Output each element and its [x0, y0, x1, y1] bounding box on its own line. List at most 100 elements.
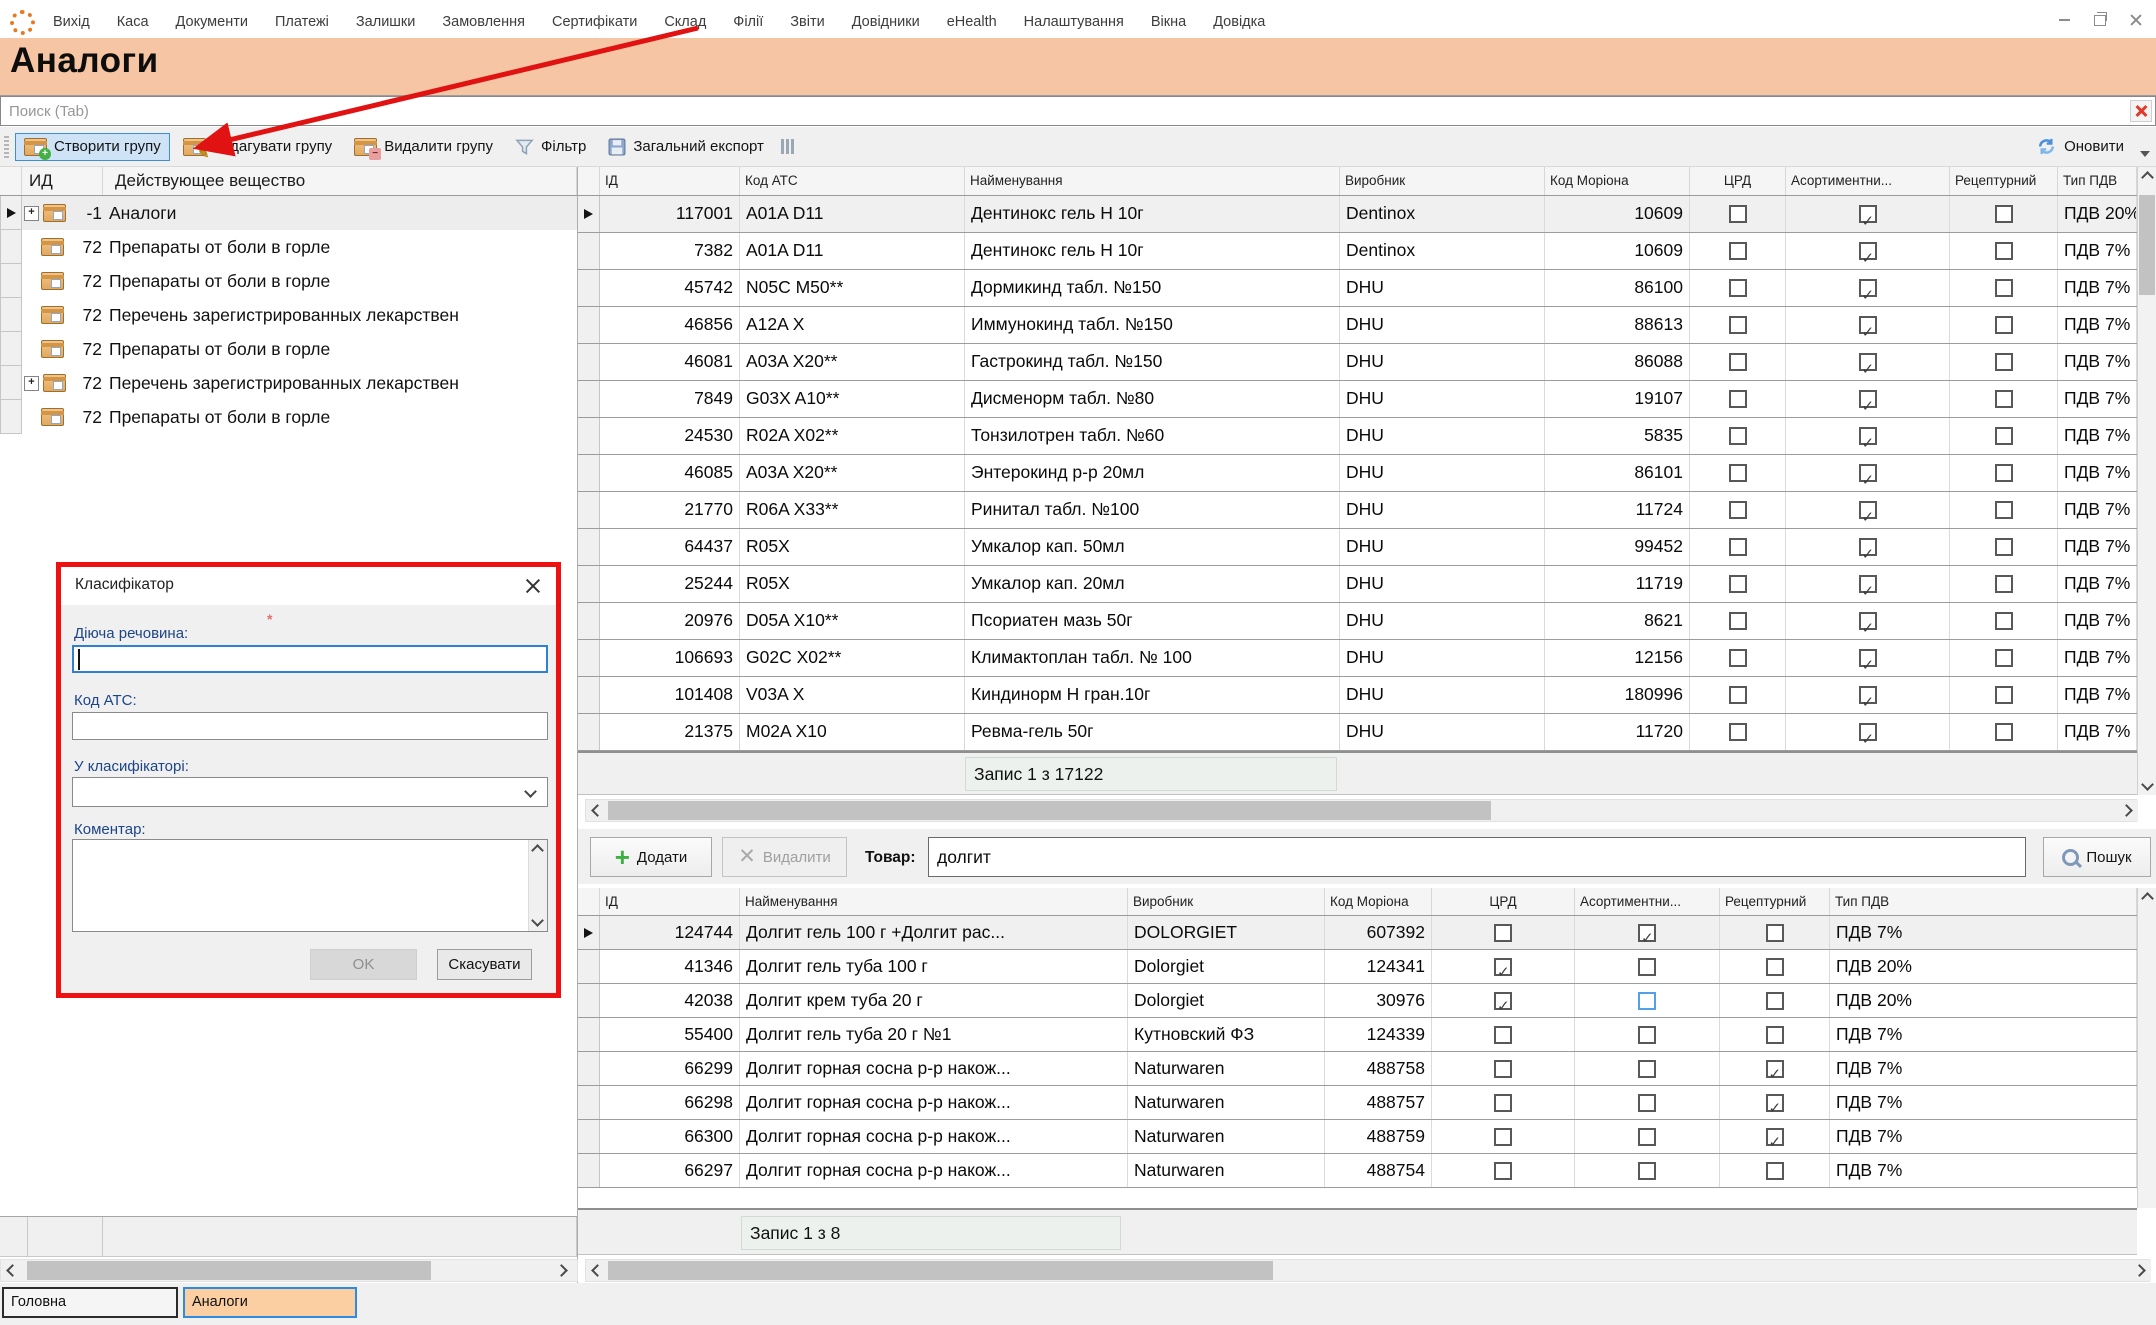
scroll-down-icon[interactable]: [2141, 778, 2154, 791]
cancel-button[interactable]: Скасувати: [437, 949, 532, 980]
menu-item[interactable]: Вихід: [53, 14, 90, 30]
col-recipe[interactable]: Рецептурний: [1950, 167, 2058, 195]
tree-row[interactable]: 72Препараты от боли в горле: [0, 230, 577, 264]
recipe-checkbox[interactable]: [1766, 958, 1784, 976]
crd-checkbox[interactable]: [1494, 958, 1512, 976]
refresh-button[interactable]: Оновити: [2037, 138, 2124, 155]
menu-item[interactable]: Каса: [117, 14, 149, 30]
col-name[interactable]: Найменування: [965, 167, 1340, 195]
menu-item[interactable]: Документи: [176, 14, 248, 30]
assort-checkbox[interactable]: [1638, 1162, 1656, 1180]
tree-row[interactable]: 72Препараты от боли в горле: [0, 332, 577, 366]
tree-row[interactable]: 72Перечень зарегистрированных лекарствен: [0, 298, 577, 332]
recipe-checkbox[interactable]: [1995, 686, 2013, 704]
crd-checkbox[interactable]: [1729, 427, 1747, 445]
columns-icon[interactable]: [781, 139, 796, 154]
crd-checkbox[interactable]: [1729, 723, 1747, 741]
recipe-checkbox[interactable]: [1995, 279, 2013, 297]
bottom-hscrollbar[interactable]: [585, 1259, 2150, 1282]
table-row[interactable]: 41346Долгит гель туба 100 гDolorgiet1243…: [578, 950, 2137, 984]
scroll-thumb[interactable]: [608, 1261, 1273, 1280]
table-row[interactable]: 45742N05C M50**Дормикинд табл. №150DHU86…: [578, 270, 2137, 307]
delete-button[interactable]: ✕ Видалити: [722, 837, 847, 877]
scroll-right-icon[interactable]: [2120, 804, 2133, 817]
table-row[interactable]: 24530R02A X02**Тонзилотрен табл. №60DHU5…: [578, 418, 2137, 455]
table-row[interactable]: 46085A03A X20**Энтерокинд р-р 20млDHU861…: [578, 455, 2137, 492]
crd-checkbox[interactable]: [1729, 649, 1747, 667]
crd-checkbox[interactable]: [1729, 279, 1747, 297]
scroll-right-icon[interactable]: [555, 1264, 568, 1277]
assort-checkbox[interactable]: [1638, 1060, 1656, 1078]
table-row[interactable]: 46081A03A X20**Гастрокинд табл. №150DHU8…: [578, 344, 2137, 381]
menu-item[interactable]: eHealth: [947, 14, 997, 30]
scroll-thumb[interactable]: [2139, 195, 2155, 295]
table-row[interactable]: 7849G03X A10**Дисменорм табл. №80DHU1910…: [578, 381, 2137, 418]
col-manufacturer[interactable]: Виробник: [1340, 167, 1545, 195]
crd-checkbox[interactable]: [1729, 242, 1747, 260]
col-crd[interactable]: ЦРД: [1432, 888, 1575, 915]
assort-checkbox[interactable]: [1859, 575, 1877, 593]
menu-item[interactable]: Довідники: [852, 14, 920, 30]
textarea-scrollbar[interactable]: [528, 840, 547, 931]
table-row[interactable]: 21375M02A X10Ревма-гель 50гDHU11720ПДВ 7…: [578, 714, 2137, 751]
scroll-up-icon[interactable]: [2141, 892, 2154, 905]
crd-checkbox[interactable]: [1729, 686, 1747, 704]
col-morion[interactable]: Код Моріона: [1545, 167, 1690, 195]
close-window-icon[interactable]: [2130, 14, 2142, 26]
crd-checkbox[interactable]: [1729, 316, 1747, 334]
table-row[interactable]: 46856A12A XИммунокинд табл. №150DHU88613…: [578, 307, 2137, 344]
assort-checkbox[interactable]: [1859, 242, 1877, 260]
classifier-select[interactable]: [72, 777, 548, 807]
assort-checkbox[interactable]: [1859, 316, 1877, 334]
main-hscrollbar[interactable]: [585, 799, 2137, 822]
recipe-checkbox[interactable]: [1766, 1094, 1784, 1112]
table-row[interactable]: 66300Долгит горная сосна р-р накож...Nat…: [578, 1120, 2137, 1154]
menu-item[interactable]: Вікна: [1151, 14, 1186, 30]
menu-item[interactable]: Звіти: [790, 14, 824, 30]
assort-checkbox[interactable]: [1638, 1026, 1656, 1044]
menu-item[interactable]: Залишки: [356, 14, 415, 30]
col-vat[interactable]: Тип ПДВ: [1830, 888, 2137, 915]
restore-icon[interactable]: [2094, 15, 2106, 26]
col-morion[interactable]: Код Моріона: [1325, 888, 1432, 915]
col-id[interactable]: ІД: [600, 167, 740, 195]
assort-checkbox[interactable]: [1859, 612, 1877, 630]
crd-checkbox[interactable]: [1729, 575, 1747, 593]
recipe-checkbox[interactable]: [1995, 390, 2013, 408]
table-row[interactable]: 66298Долгит горная сосна р-р накож...Nat…: [578, 1086, 2137, 1120]
bottom-tab[interactable]: Аналоги: [183, 1287, 357, 1318]
dialog-close-icon[interactable]: [525, 578, 540, 593]
recipe-checkbox[interactable]: [1995, 464, 2013, 482]
recipe-checkbox[interactable]: [1766, 1162, 1784, 1180]
main-vscrollbar[interactable]: [2137, 167, 2156, 795]
tree-expander-icon[interactable]: [24, 376, 39, 391]
tree-row[interactable]: 72Препараты от боли в горле: [0, 264, 577, 298]
tree-col-id[interactable]: ИД: [22, 167, 103, 195]
crd-checkbox[interactable]: [1494, 1162, 1512, 1180]
menu-item[interactable]: Платежі: [275, 14, 329, 30]
scroll-up-icon[interactable]: [531, 844, 544, 857]
table-row[interactable]: 55400Долгит гель туба 20 г №1Кутновский …: [578, 1018, 2137, 1052]
toolbar-grip[interactable]: [4, 136, 9, 158]
delete-group-button[interactable]: Видалити групу: [345, 133, 502, 161]
crd-checkbox[interactable]: [1729, 538, 1747, 556]
assort-checkbox[interactable]: [1859, 501, 1877, 519]
search-input[interactable]: [1, 97, 2129, 125]
assort-checkbox[interactable]: [1859, 686, 1877, 704]
menu-item[interactable]: Сертифікати: [552, 14, 637, 30]
comment-textarea[interactable]: [72, 839, 548, 932]
table-row[interactable]: 7382A01A D11Дентинокс гель Н 10гDentinox…: [578, 233, 2137, 270]
recipe-checkbox[interactable]: [1995, 649, 2013, 667]
col-name[interactable]: Найменування: [740, 888, 1128, 915]
assort-checkbox[interactable]: [1638, 1128, 1656, 1146]
recipe-checkbox[interactable]: [1766, 992, 1784, 1010]
tree-col-substance[interactable]: Действующее вещество: [103, 167, 577, 195]
col-crd[interactable]: ЦРД: [1690, 167, 1786, 195]
table-row[interactable]: 66297Долгит горная сосна р-р накож...Nat…: [578, 1154, 2137, 1188]
recipe-checkbox[interactable]: [1766, 1128, 1784, 1146]
assort-checkbox[interactable]: [1859, 353, 1877, 371]
toolbar-overflow-icon[interactable]: [2140, 151, 2150, 157]
table-row[interactable]: 25244R05XУмкалор кап. 20млDHU11719ПДВ 7%: [578, 566, 2137, 603]
clear-search-button[interactable]: [2130, 100, 2152, 122]
ok-button[interactable]: OK: [310, 949, 417, 980]
